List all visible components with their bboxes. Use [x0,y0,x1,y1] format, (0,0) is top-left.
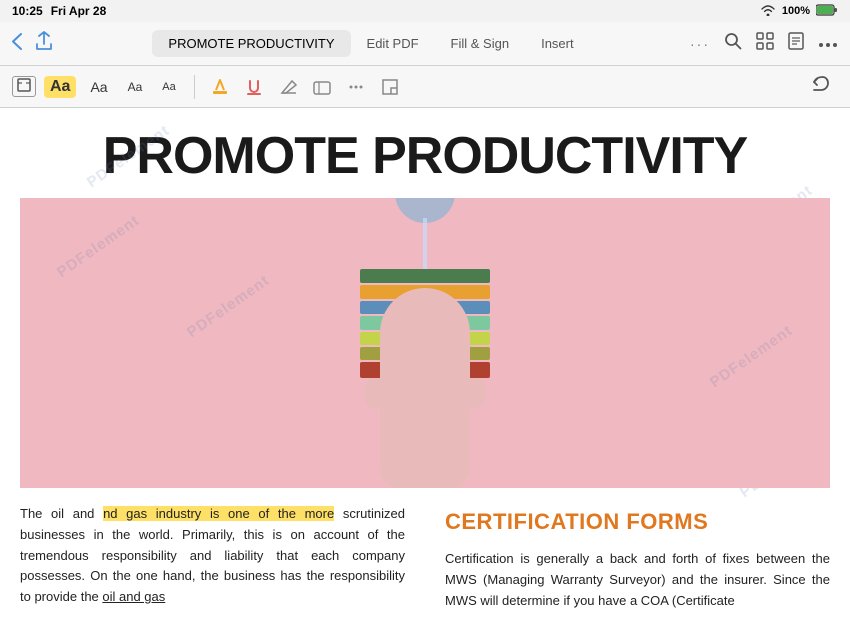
pdf-page: PDFelement PDFelement PDFelement PDFelem… [0,108,850,638]
eraser-icon[interactable] [275,74,301,100]
nav-bar: PROMOTE PRODUCTIVITY Edit PDF Fill & Sig… [0,22,850,66]
tab-fill-sign[interactable]: Fill & Sign [435,30,526,57]
book-7 [360,269,490,283]
pdf-title: PROMOTE PRODUCTIVITY [0,108,850,198]
frame-icon[interactable] [12,76,36,97]
textbox-icon[interactable] [309,74,335,100]
watermark-img-1: PDFelement [54,212,143,281]
battery-icon [816,4,838,19]
font-size-small2[interactable]: Aa [156,79,181,95]
toolbar-divider-1 [194,75,195,99]
watermark-img-2: PDFelement [184,272,273,341]
right-column: CERTIFICATION FORMS Certification is gen… [425,504,830,638]
grid-icon[interactable] [756,32,774,55]
status-bar: 10:25 Fri Apr 28 100% [0,0,850,22]
highlighted-text: nd gas industry is one of the more [103,506,334,521]
share-button[interactable] [36,31,52,56]
tab-comment[interactable]: PROMOTE PRODUCTIVITY [152,30,350,57]
toolbar: Aa Aa Aa Aa [0,66,850,108]
text-columns: The oil and nd gas industry is one of th… [0,488,850,638]
nav-tabs: PROMOTE PRODUCTIVITY Edit PDF Fill & Sig… [152,30,589,57]
section-title: CERTIFICATION FORMS [445,504,830,539]
wifi-icon [760,4,776,19]
pdf-image-area: PDFelement PDFelement PDFelement [20,198,830,488]
tab-edit-pdf[interactable]: Edit PDF [351,30,435,57]
underline-marker-icon[interactable] [241,74,267,100]
time-display: 10:25 [12,4,43,18]
right-column-text: Certification is generally a back and fo… [445,549,830,611]
font-size-medium[interactable]: Aa [84,77,113,97]
left-column: The oil and nd gas industry is one of th… [20,504,425,638]
pdf-area: PDFelement PDFelement PDFelement PDFelem… [0,108,850,638]
back-button[interactable] [12,33,22,55]
tab-insert[interactable]: Insert [525,30,590,57]
watermark-img-3: PDFelement [707,322,796,391]
font-size-large[interactable]: Aa [44,76,76,98]
date-display: Fri Apr 28 [51,4,107,18]
nav-dots[interactable]: ··· [690,36,710,52]
search-icon[interactable] [724,32,742,55]
font-size-small1[interactable]: Aa [122,78,149,96]
undo-button[interactable] [802,70,838,103]
highlight-marker-icon[interactable] [207,74,233,100]
more-toolbar-icon[interactable] [343,74,369,100]
illustration [325,208,525,488]
more-icon[interactable] [818,35,838,53]
sticky-note-icon[interactable] [377,74,403,100]
hand [380,288,470,488]
page-icon[interactable] [788,32,804,55]
battery-display: 100% [782,5,810,17]
underlined-text: oil and gas [102,589,165,604]
